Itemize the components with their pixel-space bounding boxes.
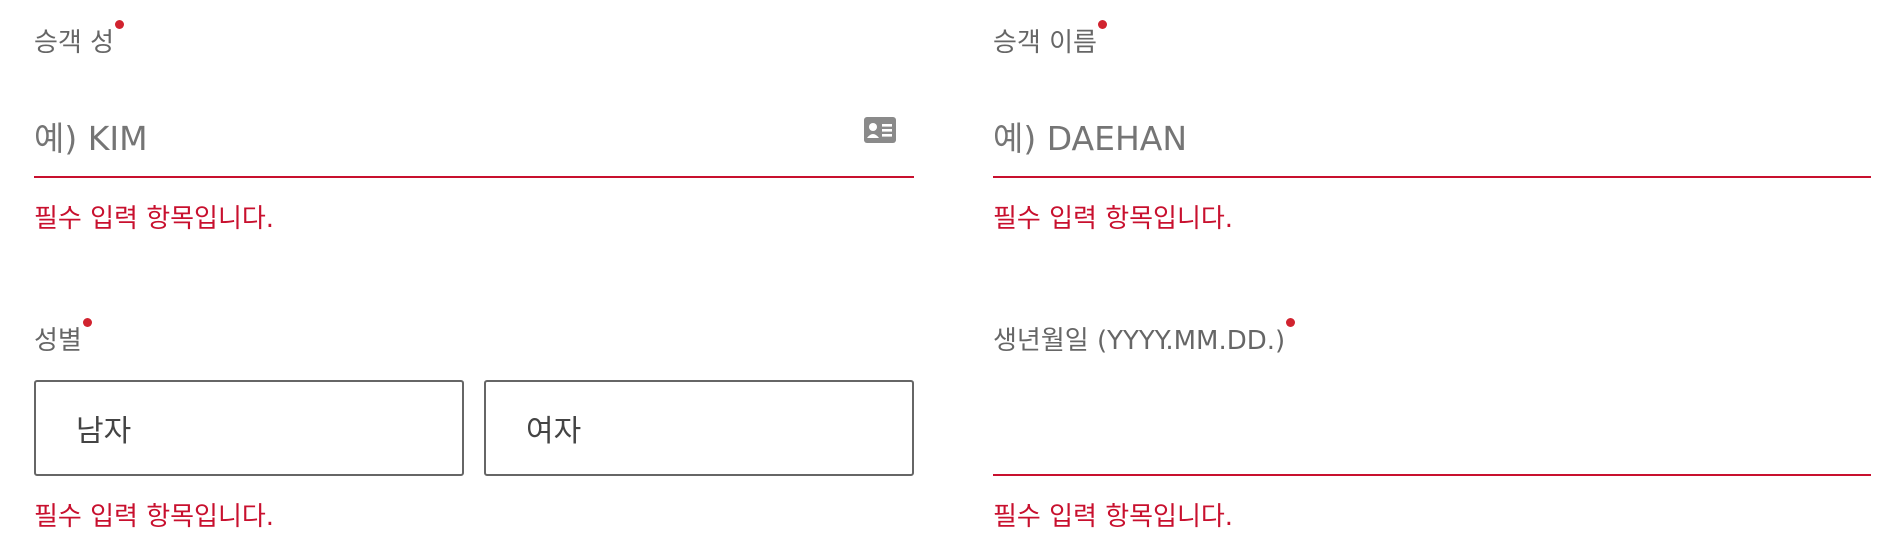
first-name-input[interactable] <box>993 100 1871 178</box>
last-name-label: 승객 성 <box>34 20 125 58</box>
first-name-label-text: 승객 이름 <box>993 28 1097 58</box>
first-name-label: 승객 이름 <box>993 20 1107 58</box>
required-dot-icon <box>1286 318 1296 327</box>
gender-label-text: 성별 <box>34 326 82 356</box>
required-dot-icon <box>1097 20 1107 29</box>
birthdate-label: 생년월일 (YYYY.MM.DD.) <box>993 318 1296 356</box>
required-dot-icon <box>115 20 125 29</box>
gender-label: 성별 <box>34 318 92 356</box>
id-card-icon[interactable] <box>864 117 896 143</box>
birthdate-label-text: 생년월일 (YYYY.MM.DD.) <box>993 326 1286 356</box>
gender-female-button[interactable]: 여자 <box>484 380 914 476</box>
birthdate-error: 필수 입력 항목입니다. <box>993 502 1234 532</box>
last-name-error: 필수 입력 항목입니다. <box>34 204 275 234</box>
birthdate-input[interactable] <box>993 398 1871 476</box>
first-name-error: 필수 입력 항목입니다. <box>993 204 1234 234</box>
gender-error: 필수 입력 항목입니다. <box>34 502 275 532</box>
required-dot-icon <box>82 318 92 327</box>
gender-male-button[interactable]: 남자 <box>34 380 464 476</box>
last-name-input[interactable] <box>34 100 914 178</box>
passenger-info-form: 승객 성 필수 입력 항목입니다. 승객 이름 필수 입력 항목입니다. 성별 … <box>0 0 1880 552</box>
last-name-label-text: 승객 성 <box>34 28 115 58</box>
